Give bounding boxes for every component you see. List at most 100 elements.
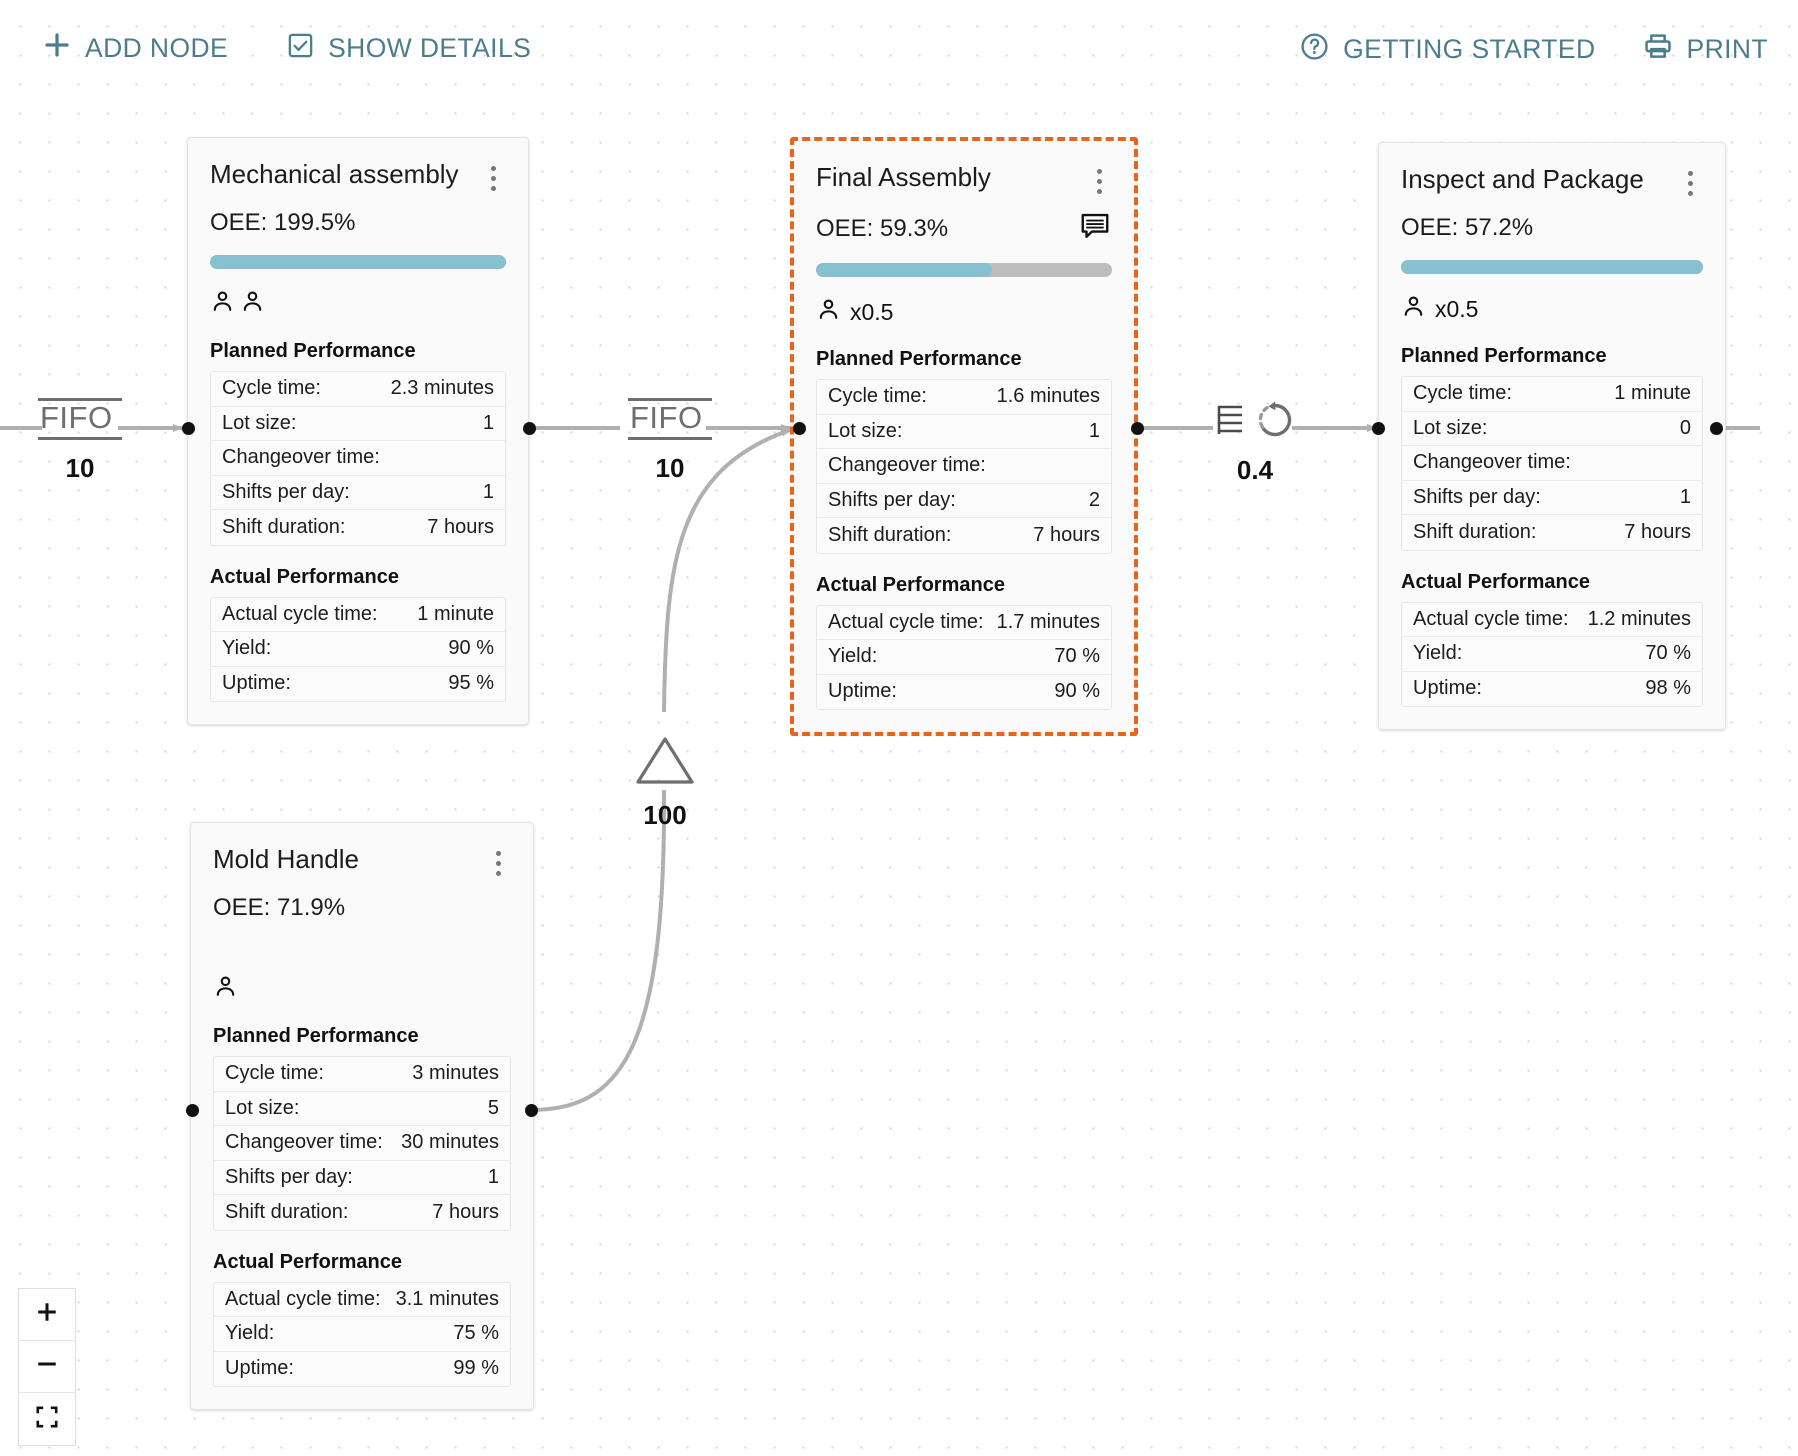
connector-fifo-inbound[interactable]: FIFO 10	[38, 398, 122, 484]
planned-performance-heading: Planned Performance	[1401, 345, 1607, 367]
row-key: Changeover time:	[225, 1131, 383, 1154]
actual-performance-heading: Actual Performance	[213, 1250, 402, 1273]
node-header: Inspect and Package	[1379, 143, 1725, 198]
row-key: Shift duration:	[828, 523, 952, 546]
row-key: Cycle time:	[222, 377, 321, 400]
row-value: 1 minute	[1614, 382, 1691, 405]
row-key: Shifts per day:	[1413, 485, 1541, 508]
rework-loop-icon	[1255, 400, 1295, 445]
operators-multiplier: x0.5	[850, 299, 894, 325]
node-menu-button[interactable]	[1086, 166, 1112, 196]
planned-performance-table: Cycle time: 3 minutes Lot size: 5 Changeov…	[213, 1056, 511, 1231]
port-mold-out[interactable]	[525, 1104, 538, 1117]
row-key: Shift duration:	[1413, 520, 1537, 543]
table-row: Uptime: 95 %	[211, 667, 505, 702]
operators-row	[191, 954, 533, 1005]
node-header: Final Assembly	[794, 141, 1134, 196]
table-row: Actual cycle time: 1.2 minutes	[1402, 603, 1702, 637]
zoom-controls	[18, 1288, 76, 1446]
zoom-out-button[interactable]	[19, 1341, 75, 1393]
port-mechanical-in[interactable]	[182, 422, 195, 435]
fifo-label: FIFO	[40, 400, 113, 435]
node-oee-value: OEE: 57.2%	[1401, 214, 1534, 241]
row-value: 1	[1088, 419, 1100, 442]
row-value: 70 %	[1054, 645, 1100, 668]
zoom-in-button[interactable]	[19, 1289, 75, 1341]
row-value: 5	[487, 1096, 499, 1119]
table-row: Shift duration: 7 hours	[214, 1195, 510, 1230]
row-value: 1 minute	[417, 602, 494, 625]
connector-fifo-mech-to-final[interactable]: FIFO 10	[628, 398, 712, 484]
node-mold-handle[interactable]: Mold Handle OEE: 71.9% Planned Performan…	[190, 822, 534, 1410]
row-key: Lot size:	[828, 419, 903, 442]
node-oee-value: OEE: 71.9%	[213, 894, 346, 921]
row-key: Actual cycle time:	[828, 610, 984, 633]
row-value: 99 %	[453, 1357, 499, 1380]
fifo-symbol: FIFO	[628, 398, 712, 440]
row-value: 7 hours	[427, 515, 494, 538]
fifo-count: 10	[65, 452, 95, 483]
flow-canvas[interactable]: ADD NODE SHOW DETAILS GETTING STARTED PR…	[0, 0, 1798, 1456]
row-key: Changeover time:	[222, 446, 380, 469]
fit-view-button[interactable]	[19, 1393, 75, 1445]
port-inspect-in[interactable]	[1372, 422, 1385, 435]
row-value: 1	[482, 411, 494, 434]
getting-started-label: GETTING STARTED	[1343, 34, 1596, 64]
row-key: Uptime:	[222, 672, 291, 695]
print-button[interactable]: PRINT	[1642, 30, 1769, 69]
row-key: Yield:	[828, 645, 878, 668]
node-menu-button[interactable]	[1677, 168, 1703, 198]
row-key: Shift duration:	[225, 1200, 349, 1223]
row-key: Lot size:	[222, 411, 297, 434]
table-row: Lot size: 5	[214, 1092, 510, 1126]
table-row: Shifts per day: 1	[214, 1161, 510, 1195]
row-value: 90 %	[1054, 680, 1100, 703]
node-final-assembly[interactable]: Final Assembly OEE: 59.3% x0.5 Planned P…	[790, 137, 1138, 736]
node-title: Mechanical assembly	[210, 159, 459, 189]
node-menu-button[interactable]	[485, 848, 511, 878]
person-icon	[213, 974, 238, 1005]
table-row: Shifts per day: 2	[817, 484, 1111, 518]
add-node-button[interactable]: ADD NODE	[42, 30, 228, 67]
row-key: Shift duration:	[222, 515, 346, 538]
node-menu-button[interactable]	[480, 163, 506, 193]
table-row: Cycle time: 1 minute	[1402, 377, 1702, 412]
getting-started-button[interactable]: GETTING STARTED	[1299, 31, 1595, 69]
fit-screen-icon	[34, 1404, 60, 1435]
row-value: 30 minutes	[401, 1131, 499, 1154]
operators-row: x0.5	[1379, 274, 1725, 325]
row-value: 75 %	[453, 1322, 499, 1345]
row-value: 70 %	[1645, 642, 1691, 665]
table-row: Shift duration: 7 hours	[817, 518, 1111, 553]
row-value: 0	[1679, 416, 1691, 439]
table-row: Yield: 70 %	[817, 640, 1111, 675]
row-key: Uptime:	[828, 680, 897, 703]
row-key: Lot size:	[225, 1096, 300, 1119]
row-value: 7 hours	[1033, 523, 1100, 546]
row-value: 98 %	[1645, 677, 1691, 700]
port-mechanical-out[interactable]	[523, 422, 536, 435]
planned-performance-table: Cycle time: 1.6 minutes Lot size: 1 Change…	[816, 379, 1112, 554]
connector-batch-rework-final-to-inspect[interactable]: 0.4	[1211, 400, 1299, 486]
table-row: Uptime: 98 %	[1402, 672, 1702, 707]
table-row: Actual cycle time: 3.1 minutes	[214, 1283, 510, 1317]
row-value: 2.3 minutes	[390, 377, 494, 400]
show-details-toggle[interactable]: SHOW DETAILS	[286, 31, 531, 67]
node-mechanical-assembly[interactable]: Mechanical assembly OEE: 199.5% Planned …	[187, 137, 529, 725]
connector-inventory-mold-to-final[interactable]: 100	[623, 735, 707, 831]
port-final-out[interactable]	[1131, 422, 1144, 435]
node-title: Mold Handle	[213, 844, 359, 874]
oee-progress-bar	[794, 245, 1134, 277]
node-inspect-and-package[interactable]: Inspect and Package OEE: 57.2% x0.5 Plan…	[1378, 142, 1726, 730]
comment-icon[interactable]	[1080, 212, 1110, 245]
person-icon	[210, 289, 235, 320]
row-key: Yield:	[225, 1322, 275, 1345]
table-row: Uptime: 99 %	[214, 1352, 510, 1387]
row-key: Changeover time:	[1413, 451, 1571, 474]
oee-progress-bar	[188, 237, 528, 269]
port-mold-in[interactable]	[186, 1104, 199, 1117]
table-row: Lot size: 1	[817, 415, 1111, 449]
port-final-in[interactable]	[793, 422, 806, 435]
port-inspect-out[interactable]	[1710, 422, 1723, 435]
operators-multiplier: x0.5	[1435, 296, 1479, 322]
